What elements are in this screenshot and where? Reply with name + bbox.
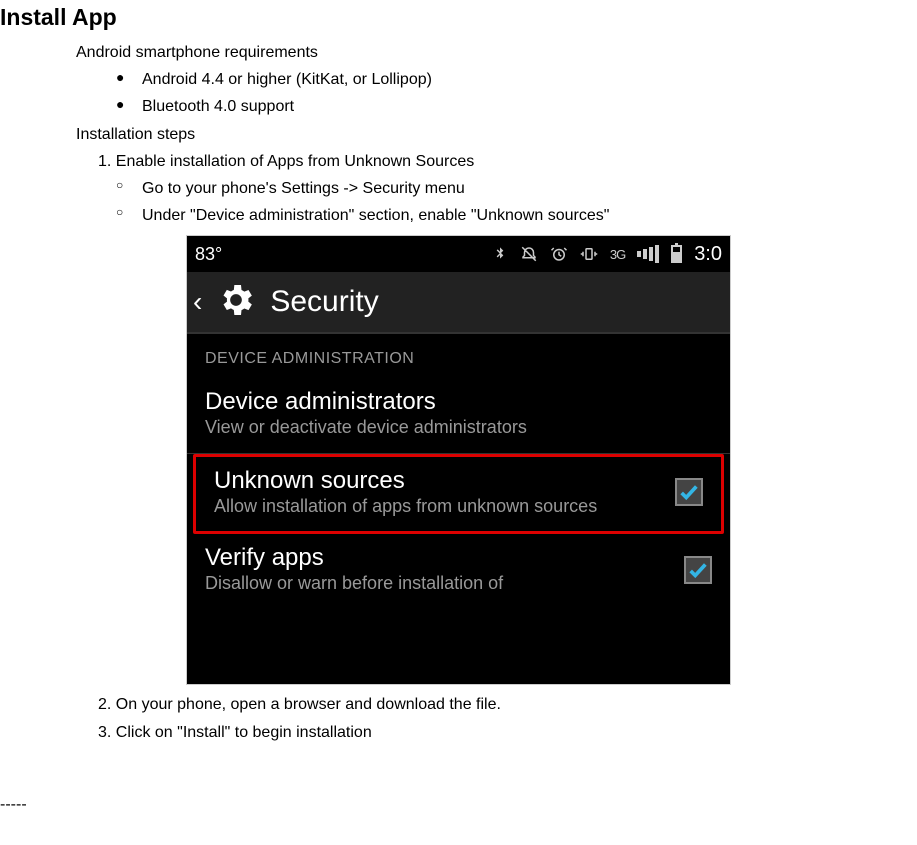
setting-verify-apps[interactable]: Verify apps Disallow or warn before inst… — [187, 534, 730, 609]
network-type: 3G — [610, 247, 625, 262]
alarm-icon — [550, 245, 568, 263]
unknown-sources-checkbox[interactable] — [675, 478, 703, 506]
requirement-item: ●Bluetooth 4.0 support — [98, 93, 917, 120]
back-icon[interactable]: ‹ — [193, 286, 202, 318]
setting-subtitle: View or deactivate device administrators — [205, 416, 712, 439]
step-3: 3. Click on "Install" to begin installat… — [98, 719, 917, 746]
requirement-text: Android 4.4 or higher (KitKat, or Lollip… — [142, 66, 432, 93]
appbar-title: Security — [270, 285, 378, 319]
bullet-dot-icon: ● — [98, 93, 142, 117]
separator-dashes: ----- — [0, 796, 917, 814]
silent-icon — [520, 245, 538, 263]
status-clock: 3:0 — [694, 243, 722, 266]
status-temperature: 83° — [195, 244, 222, 265]
vibrate-icon — [580, 245, 598, 263]
sub-step-text: Go to your phone's Settings -> Security … — [142, 175, 465, 202]
setting-unknown-sources[interactable]: Unknown sources Allow installation of ap… — [196, 457, 721, 532]
setting-title: Device administrators — [205, 388, 712, 416]
check-icon — [687, 559, 709, 581]
status-bar: 83° 3G — [187, 236, 730, 272]
bullet-circle-icon: ○ — [98, 175, 142, 195]
page-title: Install App — [0, 0, 917, 39]
signal-icon — [637, 245, 659, 263]
step-2: 2. On your phone, open a browser and dow… — [98, 691, 917, 718]
section-title: DEVICE ADMINISTRATION — [187, 334, 730, 378]
sub-step-text: Under "Device administration" section, e… — [142, 202, 609, 229]
step-1: 1. Enable installation of Apps from Unkn… — [98, 148, 917, 175]
requirements-label: Android smartphone requirements — [76, 39, 917, 66]
setting-subtitle: Allow installation of apps from unknown … — [214, 495, 663, 518]
requirement-item: ●Android 4.4 or higher (KitKat, or Lolli… — [98, 66, 917, 93]
verify-apps-checkbox[interactable] — [684, 556, 712, 584]
step-1-sub: ○Under "Device administration" section, … — [98, 202, 917, 229]
setting-subtitle: Disallow or warn before installation of — [205, 572, 672, 595]
step-1-sub: ○Go to your phone's Settings -> Security… — [98, 175, 917, 202]
setting-title: Verify apps — [205, 544, 672, 572]
app-bar[interactable]: ‹ Security — [187, 272, 730, 334]
setting-title: Unknown sources — [214, 467, 663, 495]
gear-icon — [216, 280, 256, 325]
check-icon — [678, 481, 700, 503]
battery-icon — [671, 245, 682, 263]
bullet-dot-icon: ● — [98, 66, 142, 90]
bluetooth-icon — [492, 246, 508, 262]
install-steps-label: Installation steps — [76, 121, 917, 148]
requirement-text: Bluetooth 4.0 support — [142, 93, 294, 120]
setting-device-administrators[interactable]: Device administrators View or deactivate… — [187, 378, 730, 454]
unknown-sources-highlight: Unknown sources Allow installation of ap… — [193, 454, 724, 535]
security-screenshot: 83° 3G — [186, 235, 731, 685]
bullet-circle-icon: ○ — [98, 202, 142, 222]
